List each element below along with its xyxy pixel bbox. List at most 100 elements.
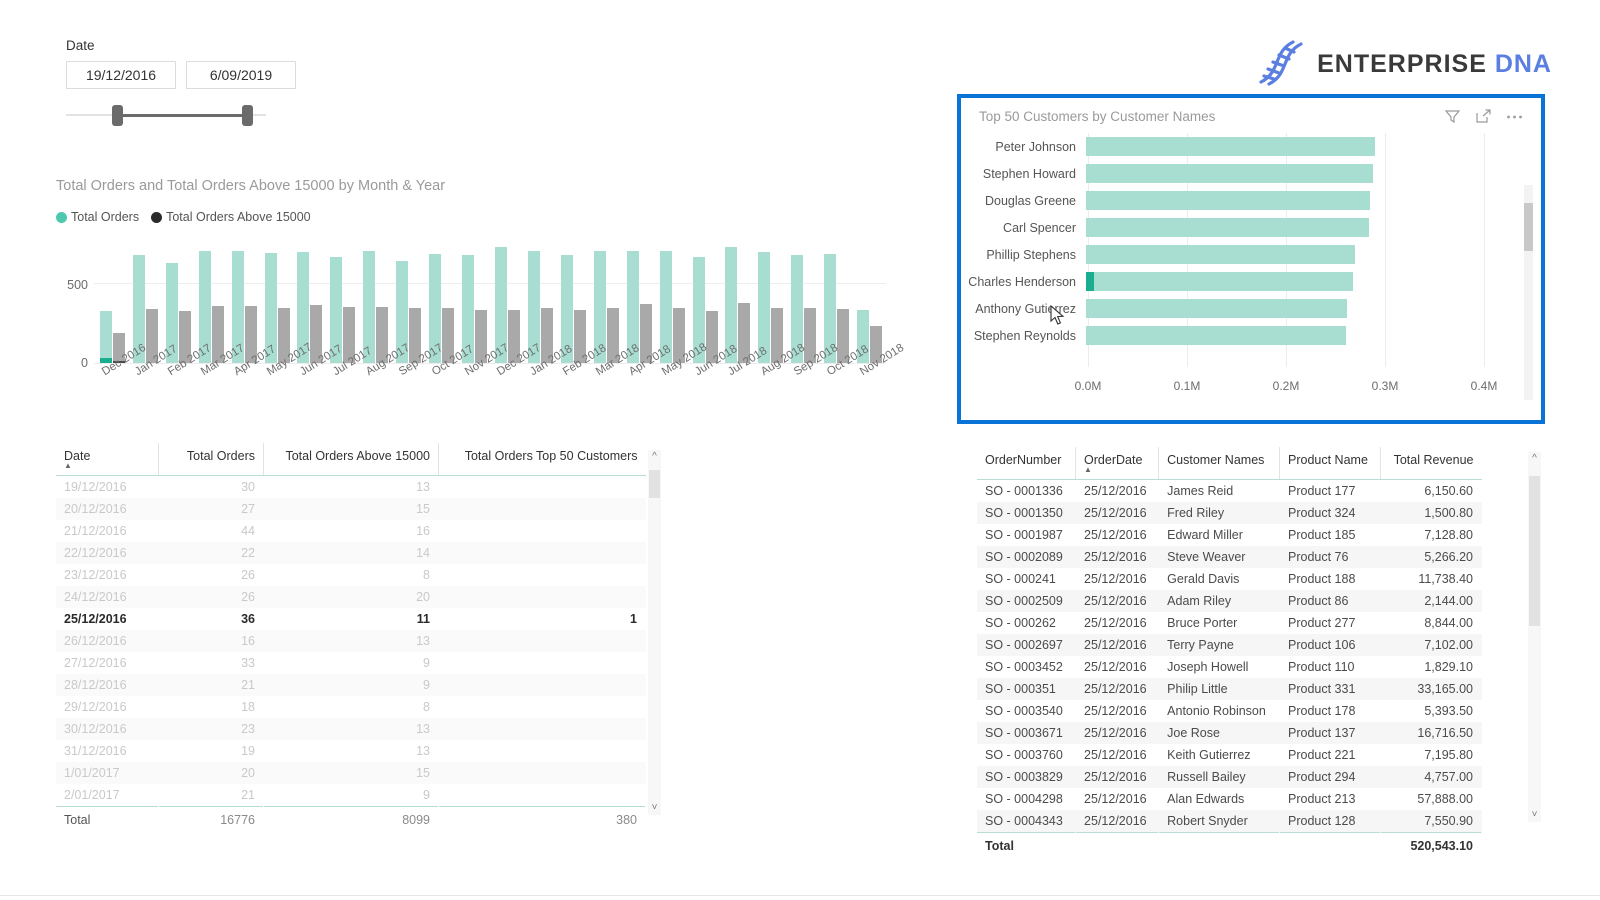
bar-group[interactable] bbox=[162, 238, 195, 363]
date-start-input[interactable]: 19/12/2016 bbox=[66, 61, 176, 89]
legend-item-total-orders[interactable]: Total Orders bbox=[56, 210, 139, 224]
date-slicer[interactable]: Date 19/12/2016 6/09/2019 bbox=[66, 38, 346, 129]
date-end-input[interactable]: 6/09/2019 bbox=[186, 61, 296, 89]
table-row[interactable]: 30/12/2016 23 13 bbox=[56, 718, 646, 740]
orders-by-month-chart[interactable]: Total Orders and Total Orders Above 1500… bbox=[56, 178, 906, 428]
table-row[interactable]: SO - 000241 25/12/2016 Gerald Davis Product… bbox=[977, 568, 1482, 590]
table-row[interactable]: 24/12/2016 26 20 bbox=[56, 586, 646, 608]
customer-bar[interactable] bbox=[1086, 326, 1347, 345]
customer-bar[interactable] bbox=[1086, 272, 1354, 291]
column-header[interactable]: Customer Names bbox=[1158, 447, 1280, 480]
column-header[interactable]: OrderNumber bbox=[977, 447, 1077, 480]
bar-group[interactable] bbox=[425, 238, 458, 363]
table-row[interactable]: SO - 0003829 25/12/2016 Russell Bailey Prod… bbox=[977, 766, 1482, 788]
column-header[interactable]: Product Name bbox=[1279, 447, 1382, 480]
focus-mode-icon[interactable] bbox=[1475, 108, 1492, 125]
table-row[interactable]: SO - 000262 25/12/2016 Bruce Porter Product… bbox=[977, 612, 1482, 634]
table-row[interactable]: SO - 0002509 25/12/2016 Adam Riley Product … bbox=[977, 590, 1482, 612]
scroll-down-arrow[interactable]: ˅ bbox=[648, 801, 661, 815]
table-row[interactable]: 28/12/2016 21 9 bbox=[56, 674, 646, 696]
column-header[interactable]: OrderDate ▲ bbox=[1075, 447, 1160, 480]
table-row[interactable]: SO - 0002697 25/12/2016 Terry Payne Product… bbox=[977, 634, 1482, 656]
orders-scrollbar-thumb[interactable] bbox=[649, 470, 660, 498]
customer-bar[interactable] bbox=[1086, 218, 1370, 237]
bar-group[interactable] bbox=[754, 238, 787, 363]
chart-scrollbar[interactable] bbox=[1524, 185, 1533, 400]
bar-group[interactable] bbox=[359, 238, 392, 363]
bar-group[interactable] bbox=[392, 238, 425, 363]
customer-bar-row[interactable]: Stephen Reynolds bbox=[961, 322, 1541, 349]
filter-icon[interactable] bbox=[1444, 108, 1461, 125]
table-row[interactable]: 21/12/2016 44 16 bbox=[56, 520, 646, 542]
table-row[interactable]: 19/12/2016 30 13 bbox=[56, 476, 646, 499]
table-row[interactable]: 22/12/2016 22 14 bbox=[56, 542, 646, 564]
table-row[interactable]: SO - 0001350 25/12/2016 Fred Riley Product … bbox=[977, 502, 1482, 524]
bar-group[interactable] bbox=[787, 238, 820, 363]
customer-bar[interactable] bbox=[1086, 191, 1371, 210]
table-row[interactable]: 29/12/2016 18 8 bbox=[56, 696, 646, 718]
column-header[interactable]: Date ▲ bbox=[56, 443, 159, 476]
bar-group[interactable] bbox=[129, 238, 162, 363]
customer-bar[interactable] bbox=[1086, 164, 1374, 183]
customer-bar-row[interactable]: Phillip Stephens bbox=[961, 241, 1541, 268]
detail-scrollbar-thumb[interactable] bbox=[1529, 476, 1540, 626]
bar-group[interactable] bbox=[557, 238, 590, 363]
scroll-down-arrow[interactable]: ˅ bbox=[1528, 808, 1541, 822]
bar-group[interactable] bbox=[458, 238, 491, 363]
table-row[interactable]: SO - 0003540 25/12/2016 Antonio Robinson Pr… bbox=[977, 700, 1482, 722]
table-row[interactable]: 31/12/2016 19 13 bbox=[56, 740, 646, 762]
bar-group[interactable] bbox=[590, 238, 623, 363]
bar-group[interactable] bbox=[623, 238, 656, 363]
table-row[interactable]: SO - 0004298 25/12/2016 Alan Edwards Produc… bbox=[977, 788, 1482, 810]
bar-group[interactable] bbox=[195, 238, 228, 363]
scroll-up-arrow[interactable]: ^ bbox=[1528, 452, 1541, 466]
bar-group[interactable] bbox=[820, 238, 853, 363]
table-row[interactable]: 25/12/2016 36 11 1 bbox=[56, 608, 646, 630]
bar-group[interactable] bbox=[228, 238, 261, 363]
customer-bar-row[interactable]: Charles Henderson bbox=[961, 268, 1541, 295]
orders-summary-table[interactable]: Date ▲ Total Orders Total Orders Above 1500… bbox=[56, 443, 646, 833]
bar-group[interactable] bbox=[491, 238, 524, 363]
date-range-slider[interactable] bbox=[66, 103, 266, 129]
scroll-up-arrow[interactable]: ^ bbox=[648, 450, 661, 464]
column-header[interactable]: Total Revenue bbox=[1380, 447, 1482, 480]
table-row[interactable]: SO - 0003452 25/12/2016 Joseph Howell Produ… bbox=[977, 656, 1482, 678]
table-row[interactable]: SO - 000351 25/12/2016 Philip Little Produc… bbox=[977, 678, 1482, 700]
table-row[interactable]: SO - 0002089 25/12/2016 Steve Weaver Produc… bbox=[977, 546, 1482, 568]
order-detail-table[interactable]: OrderNumber OrderDate ▲ Customer Names Produ… bbox=[977, 447, 1482, 859]
bar-group[interactable] bbox=[261, 238, 294, 363]
customer-bar-row[interactable]: Peter Johnson bbox=[961, 133, 1541, 160]
detail-table-scrollbar[interactable]: ^ ˅ bbox=[1528, 452, 1541, 822]
column-header[interactable]: Total Orders Top 50 Customers bbox=[438, 443, 646, 476]
table-row[interactable]: SO - 0003760 25/12/2016 Keith Gutierrez Pro… bbox=[977, 744, 1482, 766]
table-row[interactable]: 26/12/2016 16 13 bbox=[56, 630, 646, 652]
bar-group[interactable] bbox=[96, 238, 129, 363]
bar-group[interactable] bbox=[656, 238, 689, 363]
column-header[interactable]: Total Orders Above 15000 bbox=[263, 443, 439, 476]
bar-group[interactable] bbox=[853, 238, 886, 363]
customer-bar-row[interactable]: Carl Spencer bbox=[961, 214, 1541, 241]
more-options-icon[interactable] bbox=[1506, 114, 1523, 120]
orders-table-scrollbar[interactable]: ^ ˅ bbox=[648, 450, 661, 815]
legend-item-above-15000[interactable]: Total Orders Above 15000 bbox=[151, 210, 311, 224]
customer-bar-row[interactable]: Anthony Gutierrez bbox=[961, 295, 1541, 322]
table-row[interactable]: SO - 0001987 25/12/2016 Edward Miller Produ… bbox=[977, 524, 1482, 546]
table-row[interactable]: SO - 0004343 25/12/2016 Robert Snyder Produ… bbox=[977, 810, 1482, 833]
customer-bar[interactable] bbox=[1086, 299, 1348, 318]
customer-bar[interactable] bbox=[1086, 137, 1376, 156]
table-row[interactable]: 20/12/2016 27 15 bbox=[56, 498, 646, 520]
table-row[interactable]: 23/12/2016 26 8 bbox=[56, 564, 646, 586]
bar-group[interactable] bbox=[326, 238, 359, 363]
customer-bar-row[interactable]: Douglas Greene bbox=[961, 187, 1541, 214]
bar-group[interactable] bbox=[524, 238, 557, 363]
slider-handle-start[interactable] bbox=[112, 105, 123, 126]
slider-handle-end[interactable] bbox=[242, 105, 253, 126]
table-row[interactable]: 1/01/2017 20 15 bbox=[56, 762, 646, 784]
column-header[interactable]: Total Orders bbox=[158, 443, 264, 476]
table-row[interactable]: 27/12/2016 33 9 bbox=[56, 652, 646, 674]
bar-total-orders[interactable] bbox=[99, 311, 112, 363]
chart-scrollbar-thumb[interactable] bbox=[1524, 203, 1533, 251]
top-50-customers-visual[interactable]: Top 50 Customers by Customer Names Peter… bbox=[957, 94, 1545, 424]
table-row[interactable]: 2/01/2017 21 9 bbox=[56, 784, 646, 807]
customer-bar[interactable] bbox=[1086, 245, 1356, 264]
